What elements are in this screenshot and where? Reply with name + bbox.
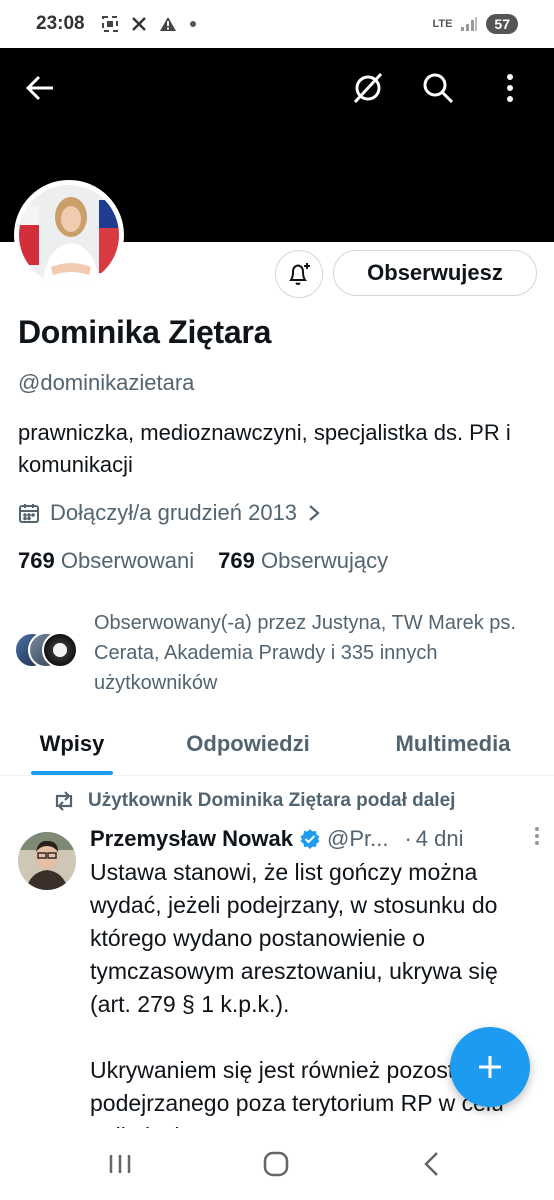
compose-button[interactable] [450,1027,530,1107]
chevron-right-icon [309,505,320,521]
following-button[interactable]: Obserwujesz [333,250,537,296]
repost-indicator: Użytkownik Dominika Ziętara podał dalej [52,790,455,812]
tweet-timestamp[interactable]: 4 dni [416,826,464,852]
tweet-author-avatar[interactable] [18,832,76,890]
profile-bio: prawniczka, medioznawczyni, specjalistka… [18,420,511,477]
recent-apps-button[interactable] [100,1148,140,1180]
signal-icon [461,17,478,31]
bell-plus-icon [289,263,310,285]
separator-dot: · [404,826,412,851]
followers-count: 769 [218,548,255,573]
tweet-author-name[interactable]: Przemysław Nowak [90,826,293,852]
tab-label: Multimedia [395,730,511,756]
following-count: 769 [18,548,55,573]
profile-photo [19,185,119,285]
followed-by-avatars [14,632,82,672]
followers-label: Obserwujący [260,548,389,573]
followed-by-text: Obserwowany(-a) przez Justyna, TW Marek … [94,612,516,694]
profile-tabs: Wpisy Odpowiedzi Multimedia [0,712,554,776]
follow-stats: 769 Obserwowani 769 Obserwujący [18,548,388,574]
status-system-icons: LTE 57 [432,14,518,34]
following-label: Obserwowani [60,548,195,573]
back-icon [424,1152,438,1176]
more-vertical-icon [535,827,539,845]
tweet-header: Przemysław Nowak @Pr... · 4 dni [90,826,540,852]
system-back-button[interactable] [412,1148,452,1180]
tweet-more-button[interactable] [534,826,540,852]
status-time: 23:08 [36,13,85,34]
followed-by-row[interactable]: Obserwowany(-a) przez Justyna, TW Marek … [14,608,534,698]
calendar-icon [19,504,39,523]
notification-bell-button[interactable] [275,250,323,298]
home-icon [263,1151,289,1177]
repost-icon [55,791,73,811]
x-icon [131,17,146,31]
dot-icon [189,21,196,27]
active-tab-indicator [31,771,113,775]
tweet-author-handle[interactable]: @Pr... [327,826,388,852]
system-nav-bar [0,1128,554,1200]
recent-apps-icon [109,1155,131,1173]
following-stat[interactable]: 769 Obserwowani [18,548,194,574]
tab-media[interactable]: Multimedia [352,712,554,775]
search-button[interactable] [418,68,458,108]
arrow-left-icon [25,75,53,101]
grok-button[interactable] [348,68,388,108]
grok-icon [353,72,383,104]
plus-icon [479,1056,501,1078]
more-vertical-icon [507,74,513,102]
joined-date-row[interactable]: Dołączył/a grudzień 2013 [18,500,321,526]
tab-label: Wpisy [39,730,105,756]
tab-posts[interactable]: Wpisy [0,712,144,775]
repost-label: Użytkownik Dominika Ziętara podał dalej [88,790,456,811]
tab-label: Odpowiedzi [186,730,310,756]
joined-date: Dołączył/a grudzień 2013 [50,500,298,525]
search-icon [423,73,454,104]
more-options-button[interactable] [490,68,530,108]
status-bar: 23:08 LTE 57 [0,0,554,48]
profile-avatar[interactable] [14,180,124,290]
network-label: LTE [432,17,453,30]
profile-name: Dominika Ziętara [18,314,272,350]
verified-badge-icon [300,829,320,849]
status-notification-icons [101,15,197,33]
warning-icon [159,17,176,31]
back-button[interactable] [20,68,60,108]
screenshot-icon [101,16,118,32]
battery-indicator: 57 [486,14,518,34]
followers-stat[interactable]: 769 Obserwujący [218,548,388,574]
home-button[interactable] [256,1148,296,1180]
tab-replies[interactable]: Odpowiedzi [144,712,352,775]
follower-avatar [42,632,78,668]
profile-handle: @dominikazietara [18,370,195,395]
